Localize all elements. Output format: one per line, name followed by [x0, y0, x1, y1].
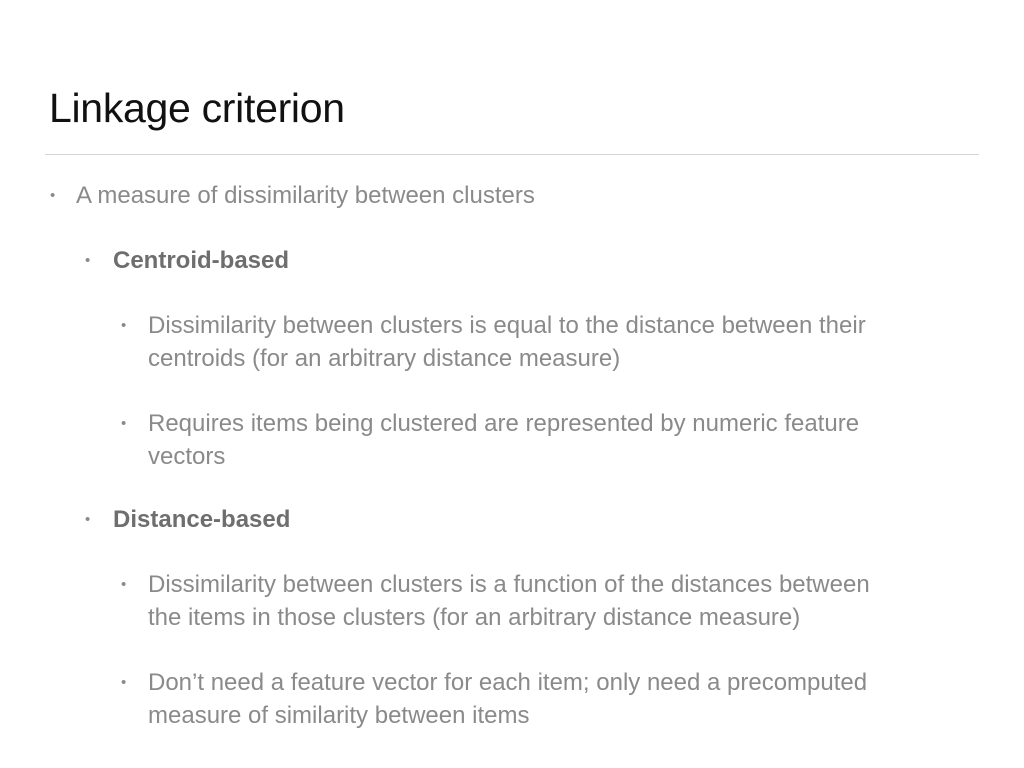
- bullet-line: measure of similarity between items: [148, 702, 530, 729]
- bullet-line: centroids (for an arbitrary distance mea…: [148, 345, 621, 372]
- bullet-requires-feature-vectors: • Requires items being clustered are rep…: [121, 407, 860, 473]
- bullet-line: vectors: [148, 443, 226, 470]
- bullet-dot-icon: •: [85, 511, 91, 528]
- bullet-line: the items in those clusters (for an arbi…: [148, 604, 801, 631]
- bullet-line: Distance-based: [113, 506, 291, 533]
- bullet-distance-based: • Distance-based: [85, 503, 291, 536]
- bullet-line: A measure of dissimilarity between clust…: [76, 182, 535, 209]
- bullet-line: Centroid-based: [113, 247, 290, 274]
- bullet-dissimilarity-measure: • A measure of dissimilarity between clu…: [50, 179, 535, 212]
- bullet-line: Dissimilarity between clusters is a func…: [148, 571, 870, 598]
- bullet-dot-icon: •: [50, 187, 56, 204]
- bullet-line: Requires items being clustered are repre…: [148, 410, 860, 437]
- slide-title: Linkage criterion: [49, 85, 345, 131]
- bullet-dot-icon: •: [121, 317, 127, 334]
- bullet-line: Dissimilarity between clusters is equal …: [148, 312, 866, 339]
- bullet-dot-icon: •: [121, 415, 127, 432]
- title-divider: [45, 154, 979, 155]
- bullet-precomputed-similarity: • Don’t need a feature vector for each i…: [121, 666, 868, 732]
- bullet-centroid-based: • Centroid-based: [85, 244, 290, 277]
- bullet-line: Don’t need a feature vector for each ite…: [148, 669, 868, 696]
- bullet-distance-function: • Dissimilarity between clusters is a fu…: [121, 568, 870, 634]
- slide: Linkage criterion • A measure of dissimi…: [0, 0, 1024, 768]
- bullet-dot-icon: •: [121, 576, 127, 593]
- bullet-dot-icon: •: [121, 674, 127, 691]
- bullet-centroid-distance: • Dissimilarity between clusters is equa…: [121, 309, 866, 375]
- bullet-dot-icon: •: [85, 252, 91, 269]
